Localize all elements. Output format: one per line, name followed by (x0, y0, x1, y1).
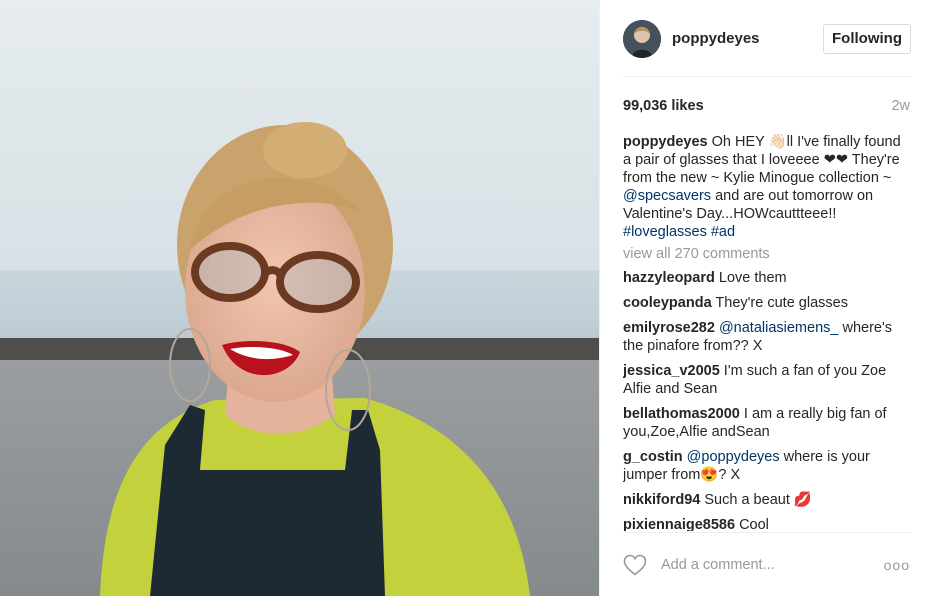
add-comment-input[interactable] (659, 556, 884, 574)
caption-text-1: Oh HEY (711, 134, 769, 150)
comment-bar: ooo (623, 552, 910, 578)
wave-emoji-icon: 👋🏻 (768, 134, 787, 150)
comment-text-after: ? X (718, 467, 741, 483)
kiss-lips-emoji-icon: 💋 (793, 492, 812, 508)
comment-username[interactable]: hazzyleopard (623, 270, 715, 286)
comments-list[interactable]: poppydeyes Oh HEY 👋🏻ll I've finally foun… (623, 133, 911, 531)
comment-item: bellathomas2000 I am a really big fan of… (623, 405, 911, 441)
comment-username[interactable]: jessica_v2005 (623, 363, 720, 379)
header-divider (623, 76, 910, 77)
comment-text: Love them (718, 270, 787, 286)
footer-divider (623, 532, 910, 533)
comment-item: nikkiford94 Such a beaut 💋 (623, 491, 911, 509)
comment-item: pixiennaige8586 Cool (623, 516, 911, 531)
comment-username[interactable]: g_costin (623, 449, 683, 465)
comment-username[interactable]: nikkiford94 (623, 492, 700, 508)
following-button[interactable]: Following (823, 23, 911, 54)
caption-username[interactable]: poppydeyes (623, 134, 708, 150)
heart-eyes-emoji-icon: 😍 (700, 467, 719, 483)
comment-mention-link[interactable]: @poppydeyes (687, 449, 780, 465)
instagram-post: poppydeyes Following 99,036 likes 2w pop… (0, 0, 931, 596)
comment-username[interactable]: emilyrose282 (623, 320, 715, 336)
post-header: poppydeyes Following (600, 0, 931, 77)
post-caption: poppydeyes Oh HEY 👋🏻ll I've finally foun… (623, 133, 911, 241)
post-photo[interactable] (0, 0, 599, 596)
comment-username[interactable]: bellathomas2000 (623, 406, 740, 422)
comment-text: They're cute glasses (715, 295, 848, 311)
comment-item: hazzyleopard Love them (623, 269, 911, 287)
post-sidebar: poppydeyes Following 99,036 likes 2w pop… (599, 0, 931, 596)
more-options-icon[interactable]: ooo (884, 557, 910, 573)
comment-username[interactable]: cooleypanda (623, 295, 712, 311)
hearts-emoji-icon: ❤❤ (823, 152, 849, 168)
comment-item: emilyrose282 @nataliasiemens_ where's th… (623, 319, 911, 355)
likes-count[interactable]: 99,036 likes (623, 98, 704, 114)
hashtag-link[interactable]: #ad (711, 224, 735, 240)
post-author-username[interactable]: poppydeyes (672, 30, 823, 47)
hashtag-link[interactable]: #loveglasses (623, 224, 707, 240)
comment-text: Such a beaut (704, 492, 790, 508)
comment-mention-link[interactable]: @nataliasiemens_ (719, 320, 839, 336)
comment-item: cooleypanda They're cute glasses (623, 294, 911, 312)
avatar-image (623, 19, 661, 58)
post-photo-illustration (0, 0, 599, 596)
comment-text: Cool (739, 517, 769, 531)
post-timestamp[interactable]: 2w (891, 98, 910, 114)
view-all-comments-link[interactable]: view all 270 comments (623, 245, 911, 263)
comment-username[interactable]: pixiennaige8586 (623, 517, 735, 531)
comment-item: jessica_v2005 I'm such a fan of you Zoe … (623, 362, 911, 398)
comment-item: g_costin @poppydeyes where is your jumpe… (623, 448, 911, 484)
caption-mention-link[interactable]: @specsavers (623, 188, 711, 204)
post-meta: 99,036 likes 2w (623, 96, 910, 116)
avatar[interactable] (623, 19, 661, 58)
heart-outline-icon[interactable] (623, 554, 647, 576)
